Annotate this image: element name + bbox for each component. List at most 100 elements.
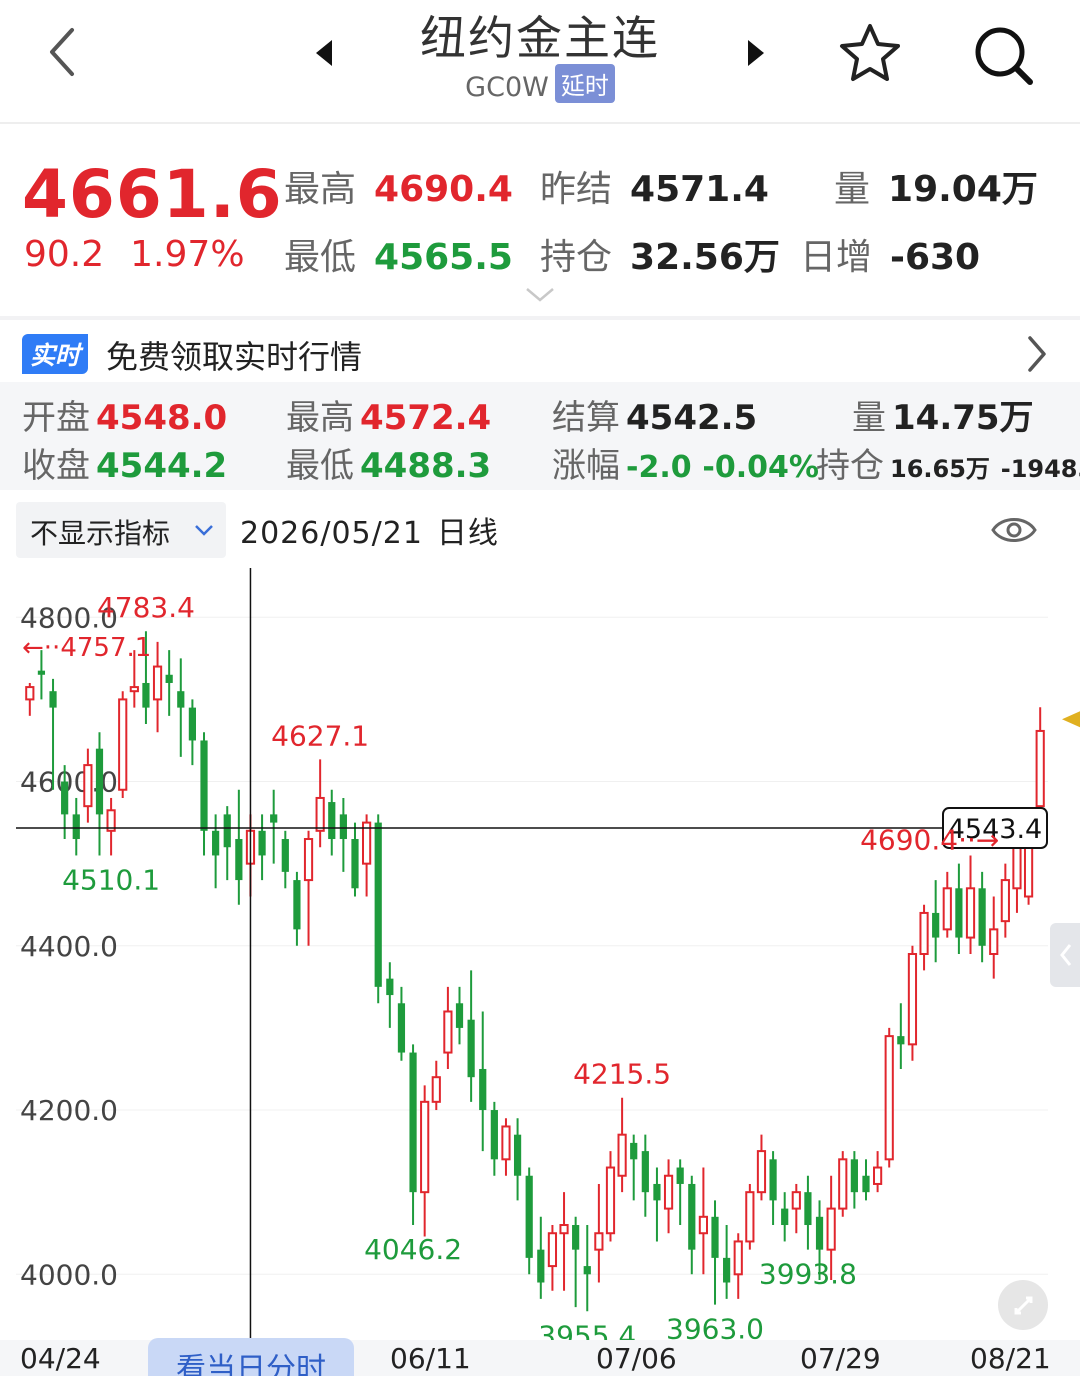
indicator-dropdown[interactable]: 不显示指标 xyxy=(16,502,226,558)
candle-body xyxy=(919,911,929,955)
favorite-button[interactable] xyxy=(836,20,904,86)
view-intraday-button[interactable]: 看当日分时 xyxy=(148,1338,354,1376)
stat-open-interest: 持仓 32.56万 xyxy=(540,228,780,280)
price-change: 90.2 1.97% xyxy=(24,234,245,275)
annotation-offscreen-high: ←··4757.1 xyxy=(22,633,151,663)
indicator-dropdown-label: 不显示指标 xyxy=(30,517,171,550)
candle-body xyxy=(200,740,208,831)
back-button[interactable] xyxy=(38,22,88,82)
annotation-high-label: 4215.5 xyxy=(573,1058,671,1091)
y-tick-label: 4000.0 xyxy=(20,1258,118,1291)
summary-change-percent: -0.04% xyxy=(702,450,819,485)
candle-body xyxy=(328,802,336,840)
stat-daily-change-value: -630 xyxy=(890,237,981,278)
realtime-promo-bar[interactable]: 实时 免费领取实时行情 xyxy=(0,316,1080,382)
stat-open-interest-value: 32.56万 xyxy=(630,237,780,278)
candle-body xyxy=(501,1125,511,1161)
stat-high-label: 最高 xyxy=(284,169,357,210)
stat-prev-settle-value: 4571.4 xyxy=(630,169,769,210)
previous-contract-button[interactable] xyxy=(310,36,340,70)
kline-chart[interactable]: 4800.04600.04400.04200.04000.04543.44783… xyxy=(0,568,1080,1376)
candle-body xyxy=(1000,879,1010,923)
candle-body xyxy=(339,814,347,840)
candle-body xyxy=(711,1216,719,1258)
summary-volume-label: 量 xyxy=(852,398,886,438)
chevron-left-icon xyxy=(50,28,74,76)
candle-body xyxy=(559,1224,569,1235)
summary-open: 开盘 4548.0 xyxy=(22,390,227,439)
chevron-left-icon xyxy=(1060,944,1072,966)
candle-body xyxy=(907,953,918,1046)
annotation-low-label: 4046.2 xyxy=(364,1233,462,1266)
candle-body xyxy=(142,682,150,708)
candle-body xyxy=(152,665,163,701)
candle-body xyxy=(804,1192,812,1226)
summary-settle-label: 结算 xyxy=(552,398,620,438)
promo-arrow[interactable] xyxy=(1024,334,1050,374)
top-nav-bar: 纽约金主连 GC0W 延时 xyxy=(0,0,1080,124)
candle-body xyxy=(525,1175,533,1258)
search-button[interactable] xyxy=(970,22,1036,88)
current-price-marker xyxy=(1062,711,1080,728)
summary-open-interest: 持仓16.65万 -19485 xyxy=(816,438,1080,487)
candle-body xyxy=(594,1232,604,1251)
change-value: 90.2 xyxy=(24,234,105,275)
summary-low: 最低 4488.3 xyxy=(286,438,491,487)
candle-body xyxy=(547,1232,558,1268)
candle-body xyxy=(756,1150,767,1194)
summary-close-label: 收盘 xyxy=(22,446,90,486)
candle-body xyxy=(873,1166,883,1185)
y-tick-label: 4200.0 xyxy=(20,1094,118,1127)
summary-settle: 结算 4542.5 xyxy=(552,390,757,439)
stat-low-label: 最低 xyxy=(284,237,357,278)
x-tick-label: 06/11 xyxy=(390,1342,471,1375)
x-tick-label: 07/29 xyxy=(800,1342,881,1375)
last-price: 4661.6 xyxy=(22,156,283,233)
candle-body xyxy=(61,781,69,815)
x-tick-label: 07/06 xyxy=(596,1342,677,1375)
expand-quote-button[interactable] xyxy=(524,286,556,304)
visibility-toggle-button[interactable] xyxy=(990,512,1038,548)
candle-body xyxy=(49,691,57,708)
summary-open-value: 4548.0 xyxy=(96,398,228,438)
change-percent: 1.97% xyxy=(130,234,245,275)
chart-period: 日线 xyxy=(436,516,499,551)
candle-body xyxy=(351,839,359,889)
search-icon xyxy=(975,27,1033,85)
candle-body xyxy=(83,764,93,808)
summary-oi-label: 持仓 xyxy=(816,446,884,486)
candle-body xyxy=(791,1191,801,1210)
candle-body xyxy=(431,1076,441,1103)
candle-body xyxy=(315,796,325,832)
candle-body xyxy=(723,1257,731,1283)
candle-body xyxy=(978,888,986,946)
cursor-date: 2026/05/21 xyxy=(240,516,423,551)
kline-chart-area[interactable]: 4800.0 4600.0 4400.0 4200.0 4000.0 4543.4 4783… xyxy=(0,568,1080,1376)
candle-body xyxy=(815,1216,824,1250)
candle-body xyxy=(583,1266,591,1275)
summary-change-label: 涨幅 xyxy=(552,446,620,486)
candle-body xyxy=(420,1100,430,1194)
side-panel-tab[interactable] xyxy=(1050,923,1080,987)
chevron-right-icon xyxy=(1028,336,1046,372)
candle-body xyxy=(467,1019,475,1078)
candle-body xyxy=(862,1175,870,1193)
candle-body xyxy=(409,1052,417,1193)
candle-body xyxy=(177,691,185,708)
candle-body xyxy=(965,887,976,939)
candle-body xyxy=(537,1249,545,1283)
candle-body xyxy=(698,1215,708,1235)
chart-toolbar: 不显示指标 2026/05/21 日线 xyxy=(0,492,1080,568)
candle-body xyxy=(617,1133,627,1177)
quote-panel: 4661.6 90.2 1.97% 最高 4690.4 最低 4565.5 昨结 457… xyxy=(0,126,1080,314)
candle-body xyxy=(455,1003,464,1028)
candle-body xyxy=(235,839,243,881)
candle-body xyxy=(223,814,231,848)
fullscreen-button[interactable] xyxy=(998,1280,1048,1330)
stat-volume: 量 19.04万 xyxy=(834,160,1038,212)
annotation-low-label: 3993.8 xyxy=(759,1258,857,1291)
candle-body xyxy=(72,814,80,840)
summary-close: 收盘 4544.2 xyxy=(22,438,227,487)
candle-body xyxy=(955,888,963,938)
next-contract-button[interactable] xyxy=(740,36,770,70)
